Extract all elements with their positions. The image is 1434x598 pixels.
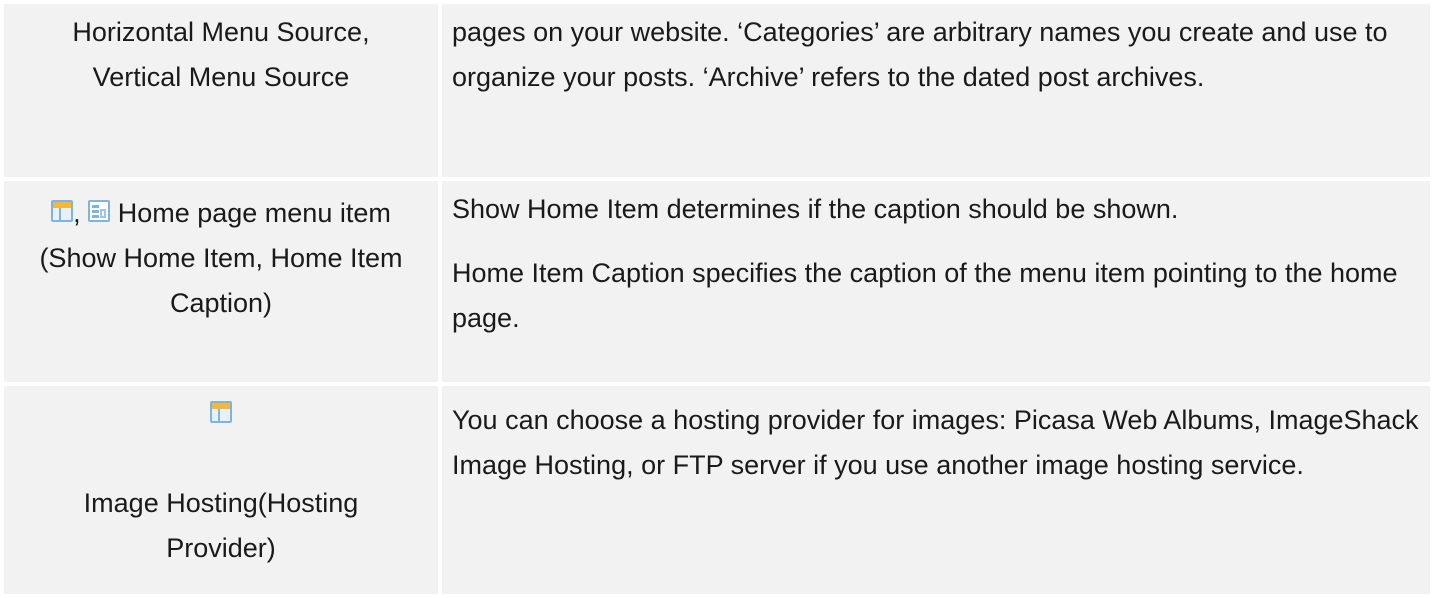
setting-name-line: Horizontal Menu Source, — [72, 17, 370, 47]
setting-name-cell: , Home page menu item (Show Home Item, H… — [0, 177, 442, 386]
vertical-menu-icon — [88, 200, 111, 222]
icon-container — [4, 392, 438, 437]
horizontal-menu-icon — [210, 401, 232, 423]
setting-description: pages on your website. ‘Categories’ are … — [452, 17, 1388, 92]
setting-description-cell: You can choose a hosting provider for im… — [438, 382, 1434, 598]
setting-description-cell: pages on your website. ‘Categories’ are … — [438, 0, 1434, 181]
setting-name-cell: Horizontal Menu Source, Vertical Menu So… — [0, 0, 442, 181]
table-row: , Home page menu item (Show Home Item, H… — [0, 177, 1434, 386]
setting-name-text: , Home page menu item (Show Home Item, H… — [4, 191, 438, 326]
setting-name-cell: Image Hosting(Hosting Provider) — [0, 382, 442, 598]
setting-description: Show Home Item determines if the caption… — [452, 194, 1179, 224]
setting-description: You can choose a hosting provider for im… — [452, 405, 1419, 480]
setting-description-cell: Show Home Item determines if the caption… — [438, 177, 1434, 386]
horizontal-menu-icon — [51, 200, 74, 222]
setting-name-label: Image Hosting(Hosting Provider) — [83, 488, 359, 563]
table-row: Horizontal Menu Source, Vertical Menu So… — [0, 0, 1434, 181]
table-row: Image Hosting(Hosting Provider) You can … — [0, 382, 1434, 598]
setting-name-line: Vertical Menu Source — [92, 62, 350, 92]
settings-table: Horizontal Menu Source, Vertical Menu So… — [0, 0, 1434, 598]
setting-description: Home Item Caption specifies the caption … — [452, 258, 1398, 333]
icon-separator: , — [73, 198, 81, 228]
